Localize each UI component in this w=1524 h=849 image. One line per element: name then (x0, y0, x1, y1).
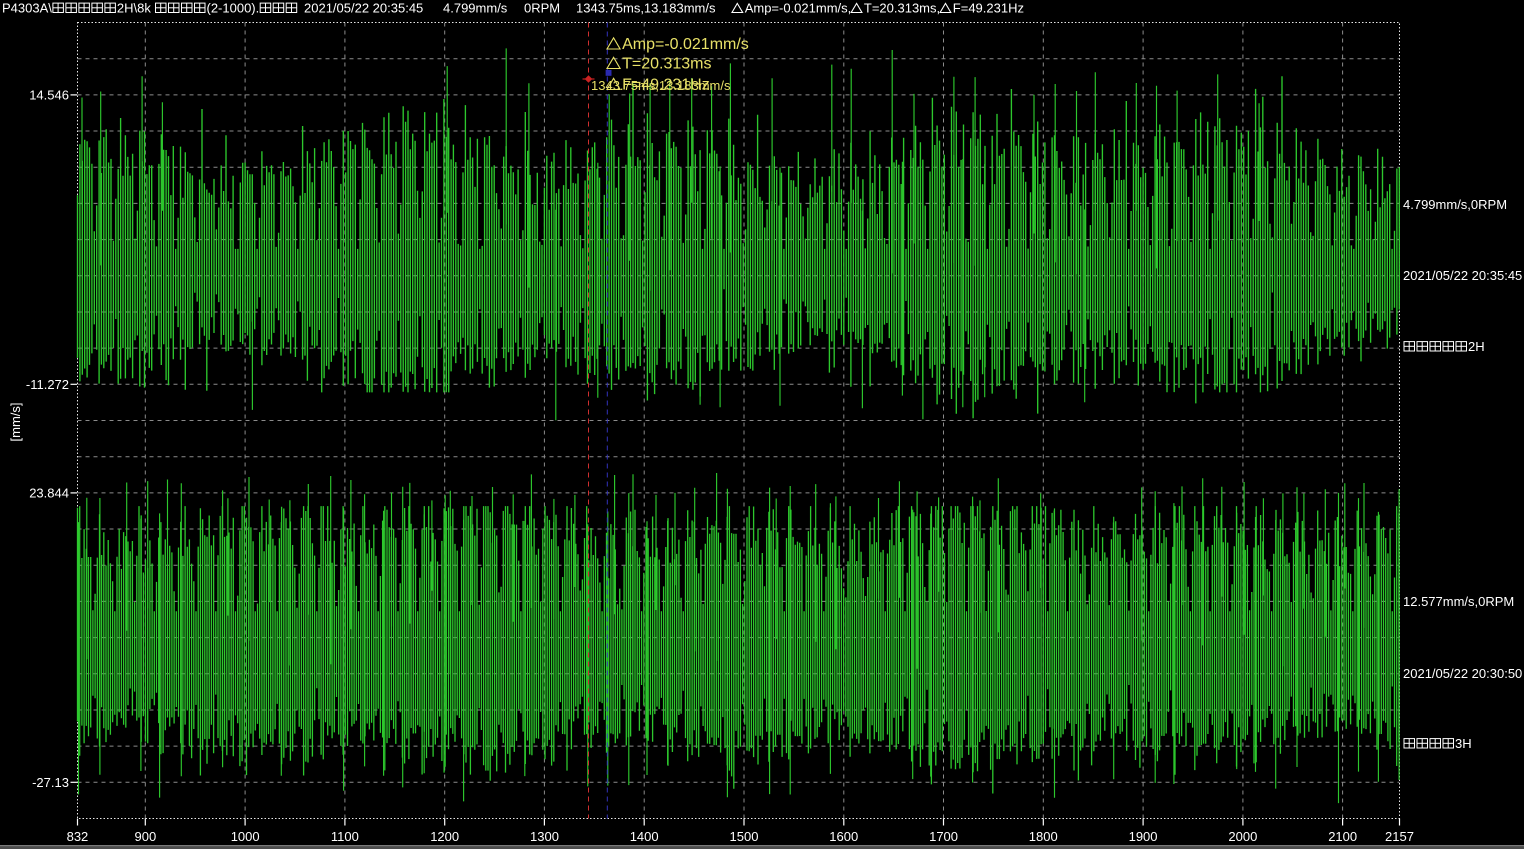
svg-text:2157: 2157 (1385, 829, 1414, 844)
svg-text:Amp=-0.021mm/s: Amp=-0.021mm/s (622, 36, 749, 53)
svg-text:2021/05/22 20:35:45: 2021/05/22 20:35:45 (304, 1, 423, 16)
svg-text:1300: 1300 (530, 829, 559, 844)
svg-text:2000: 2000 (1228, 829, 1257, 844)
svg-text:1800: 1800 (1029, 829, 1058, 844)
svg-text:1200: 1200 (430, 829, 459, 844)
svg-text:1343.75ms,13.183mm/s: 1343.75ms,13.183mm/s (576, 1, 716, 16)
svg-text:1500: 1500 (730, 829, 759, 844)
svg-text:F=49.231Hz: F=49.231Hz (953, 1, 1024, 16)
svg-text:1700: 1700 (929, 829, 958, 844)
svg-text:900: 900 (135, 829, 157, 844)
svg-text:1400: 1400 (630, 829, 659, 844)
svg-text:1343.75ms,13.183mm/s: 1343.75ms,13.183mm/s (591, 78, 731, 93)
svg-text:-27.13: -27.13 (32, 775, 69, 790)
svg-text:4.799mm/s: 4.799mm/s (443, 1, 508, 16)
svg-text:12.577mm/s,0RPM: 12.577mm/s,0RPM (1403, 594, 1514, 609)
svg-text:T=20.313ms,: T=20.313ms, (864, 1, 940, 16)
svg-text:1100: 1100 (331, 829, 359, 844)
svg-text:0RPM: 0RPM (524, 1, 560, 16)
svg-text:14.546: 14.546 (29, 87, 69, 102)
svg-text:2H\8k: 2H\8k (117, 1, 151, 16)
svg-text:P4303A\: P4303A\ (2, 1, 52, 16)
svg-text:(2-1000).: (2-1000). (207, 1, 260, 16)
svg-text:1600: 1600 (829, 829, 858, 844)
svg-text:2021/05/22 20:35:45: 2021/05/22 20:35:45 (1403, 268, 1522, 283)
svg-text:4.799mm/s,0RPM: 4.799mm/s,0RPM (1403, 197, 1507, 212)
svg-text:2H: 2H (1468, 339, 1485, 354)
svg-text:23.844: 23.844 (29, 485, 69, 500)
svg-text:T=20.313ms: T=20.313ms (622, 56, 711, 73)
svg-text:Amp=-0.021mm/s,: Amp=-0.021mm/s, (745, 1, 852, 16)
svg-text:2100: 2100 (1328, 829, 1357, 844)
svg-text:1000: 1000 (231, 829, 260, 844)
svg-text:3H: 3H (1455, 736, 1472, 751)
svg-text:2021/05/22 20:30:50: 2021/05/22 20:30:50 (1403, 666, 1522, 681)
svg-text:1900: 1900 (1129, 829, 1158, 844)
svg-text:832: 832 (67, 829, 89, 844)
svg-text:[mm/s]: [mm/s] (8, 403, 23, 442)
svg-text:-11.272: -11.272 (26, 377, 69, 392)
